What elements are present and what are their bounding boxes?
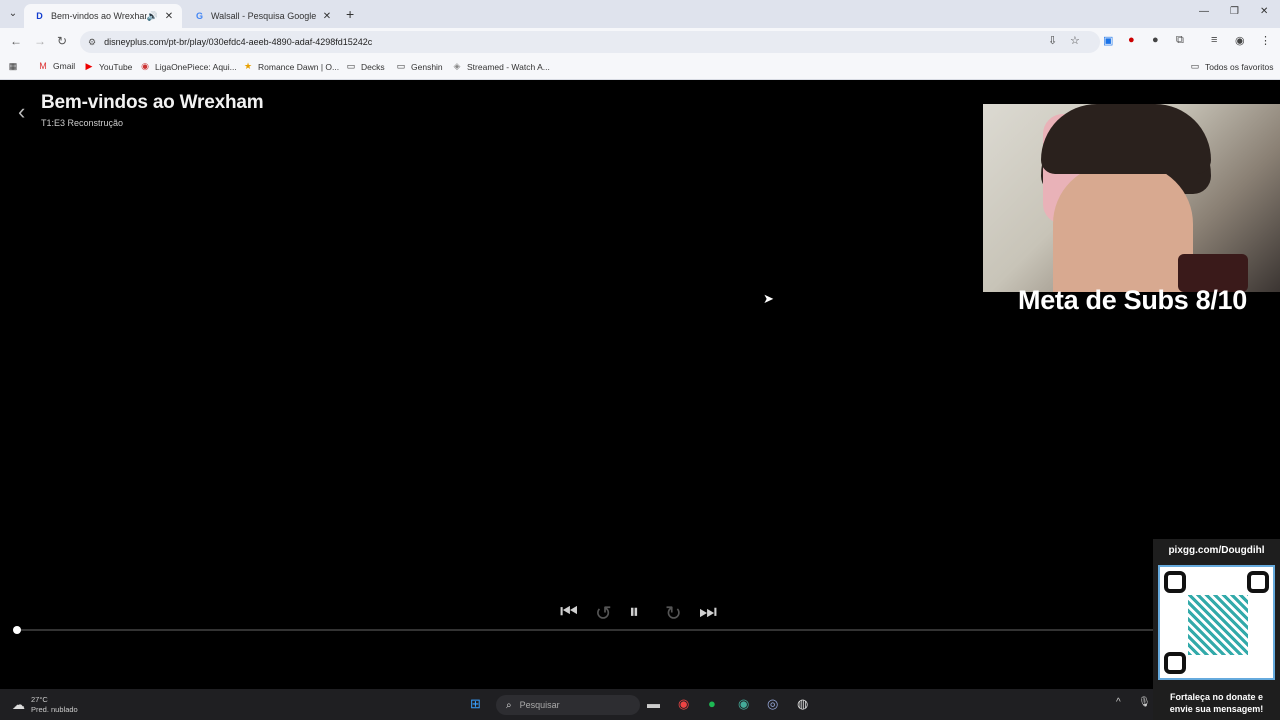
donate-overlay: pixgg.com/Dougdihl Fortaleça no donate e…	[1153, 539, 1280, 720]
url-text: disneyplus.com/pt-br/play/030efdc4-aeeb-…	[104, 37, 373, 47]
progress-knob[interactable]	[13, 626, 21, 634]
search-placeholder: Pesquisar	[519, 700, 560, 710]
media-control-icon[interactable]: ≡	[1211, 34, 1217, 46]
bookmark-romance-dawn[interactable]: ★ Romance Dawn | O...	[243, 61, 339, 72]
address-bar[interactable]: ⚙ disneyplus.com/pt-br/play/030efdc4-aee…	[80, 31, 1100, 53]
show-title: Bem-vindos ao Wrexham	[41, 92, 264, 113]
bookmark-ligaonepiece[interactable]: ◉ LigaOnePiece: Aqui...	[140, 61, 237, 72]
tab-search-icon[interactable]: ⌄	[6, 7, 20, 21]
bookmark-label: Genshin	[411, 61, 443, 72]
folder-icon: ▭	[396, 61, 406, 71]
spotify-icon[interactable]: ●	[708, 696, 716, 711]
taskbar-search[interactable]: ⌕ Pesquisar	[496, 695, 640, 715]
windows-start-icon[interactable]: ⊞	[470, 696, 481, 712]
forward-10-icon[interactable]: ↻	[665, 601, 682, 626]
chat-extension-icon[interactable]: ●	[1152, 34, 1159, 46]
youtube-icon: ▶	[85, 61, 93, 71]
webcam-overlay	[983, 104, 1280, 292]
bookmark-star-icon[interactable]: ☆	[1070, 34, 1080, 47]
folder-icon: ▭	[346, 61, 356, 71]
reload-icon[interactable]: ↻	[57, 34, 67, 48]
site-info-icon[interactable]: ⚙	[88, 37, 96, 48]
subs-goal-text: Meta de Subs 8/10	[1018, 285, 1247, 315]
weather-widget[interactable]: ☁ 27°C Pred. nublado	[12, 695, 78, 715]
profile-avatar[interactable]: ◉	[1235, 34, 1245, 47]
pix-url: pixgg.com/Dougdihl	[1168, 545, 1265, 556]
gmail-icon: M	[39, 61, 47, 71]
install-icon[interactable]: ⇩	[1048, 34, 1057, 47]
tab-strip: ⌄ D Bem-vindos ao Wrexham | 🔊 ✕ G Walsal…	[0, 0, 1280, 28]
close-window-icon[interactable]: ✕	[1260, 6, 1268, 17]
disney-icon: D	[36, 10, 43, 21]
microphone-icon[interactable]: 🎙	[1138, 697, 1151, 708]
obs-icon[interactable]: ◍	[797, 696, 808, 712]
tab-title: Bem-vindos ao Wrexham |	[51, 11, 147, 21]
tab-google[interactable]: G Walsall - Pesquisa Google ✕	[184, 4, 340, 28]
search-icon: ⌕	[506, 699, 512, 711]
bookmark-genshin[interactable]: ▭ Genshin	[396, 61, 443, 72]
google-icon: G	[195, 10, 203, 21]
skip-next-icon[interactable]: ⏭	[699, 601, 717, 624]
browser-toolbar: ← → ↻ ⚙ disneyplus.com/pt-br/play/030efd…	[0, 28, 1280, 56]
rewind-10-icon[interactable]: ↺	[595, 601, 612, 626]
steam-icon[interactable]: ◎	[767, 696, 778, 712]
video-player[interactable]: ‹ Bem-vindos ao Wrexham T1:E3 Reconstruç…	[0, 81, 1280, 689]
episode-label: T1:E3 Reconstrução	[41, 118, 124, 128]
speaker-icon[interactable]: 🔊	[147, 11, 158, 22]
progress-bar[interactable]	[18, 629, 1153, 631]
bookmark-label: LigaOnePiece: Aqui...	[155, 61, 237, 72]
adblock-icon[interactable]: ●	[1128, 34, 1135, 46]
file-explorer-icon[interactable]: ▬	[647, 696, 660, 711]
close-tab-icon[interactable]: ✕	[162, 11, 176, 22]
bookmark-gmail[interactable]: M Gmail	[38, 61, 75, 71]
skip-previous-icon[interactable]: ⏮	[560, 601, 578, 624]
all-bookmarks[interactable]: ▭ Todos os favoritos	[1190, 61, 1274, 72]
folder-icon: ▭	[1190, 61, 1200, 71]
bookmark-youtube[interactable]: ▶ YouTube	[84, 61, 133, 72]
onepiece-icon: ◉	[141, 61, 149, 71]
stream-icon: ◈	[453, 61, 461, 71]
windows-taskbar: ☁ 27°C Pred. nublado ⊞ ⌕ Pesquisar ▬ ◉ ●…	[0, 689, 1153, 720]
menu-icon[interactable]: ⋮	[1260, 34, 1271, 47]
temperature: 27°C	[31, 695, 48, 704]
new-tab-icon[interactable]: +	[346, 6, 354, 22]
back-icon[interactable]: ←	[10, 34, 22, 48]
restore-icon[interactable]: ❐	[1230, 6, 1239, 17]
tray-chevron-icon[interactable]: ^	[1116, 697, 1121, 708]
bookmarks-bar: ▦ M Gmail ▶ YouTube ◉ LigaOnePiece: Aqui...…	[0, 56, 1280, 80]
star-icon: ★	[243, 61, 253, 71]
close-tab-icon[interactable]: ✕	[320, 11, 334, 22]
extensions-icon[interactable]: ⧉	[1176, 34, 1184, 47]
bookmark-label: Romance Dawn | O...	[258, 61, 340, 72]
weather-text: Pred. nublado	[31, 705, 78, 714]
cloud-icon: ☁	[12, 697, 25, 712]
chrome-active-icon[interactable]: ◉	[738, 696, 749, 712]
mouse-cursor-icon: ➤	[763, 291, 774, 306]
bookmark-label: Decks	[361, 61, 385, 72]
bookmark-streamed[interactable]: ◈ Streamed - Watch A...	[452, 61, 550, 72]
minimize-icon[interactable]: —	[1199, 6, 1209, 17]
extension-icon[interactable]: ▣	[1103, 34, 1113, 47]
tab-title: Walsall - Pesquisa Google	[211, 11, 317, 21]
tab-disney[interactable]: D Bem-vindos ao Wrexham | 🔊 ✕	[24, 4, 182, 28]
bookmark-label: Streamed - Watch A...	[467, 61, 550, 72]
qr-code	[1158, 565, 1275, 680]
donate-line-1: Fortaleça no donate e	[1169, 692, 1264, 702]
apps-icon[interactable]: ▦	[8, 61, 23, 72]
back-arrow-icon[interactable]: ‹	[18, 99, 25, 125]
pause-icon[interactable]: ⏸	[629, 601, 639, 624]
donate-line-2: envie sua mensagem!	[1169, 704, 1264, 714]
donate-message: Fortaleça no donate e envie sua mensagem…	[1153, 691, 1280, 715]
chrome-icon[interactable]: ◉	[678, 696, 689, 712]
bookmark-label: YouTube	[99, 61, 133, 72]
bookmark-label: Todos os favoritos	[1205, 61, 1274, 72]
bookmark-label: Gmail	[53, 61, 76, 71]
forward-icon[interactable]: →	[34, 34, 46, 48]
bookmark-decks[interactable]: ▭ Decks	[346, 61, 385, 72]
